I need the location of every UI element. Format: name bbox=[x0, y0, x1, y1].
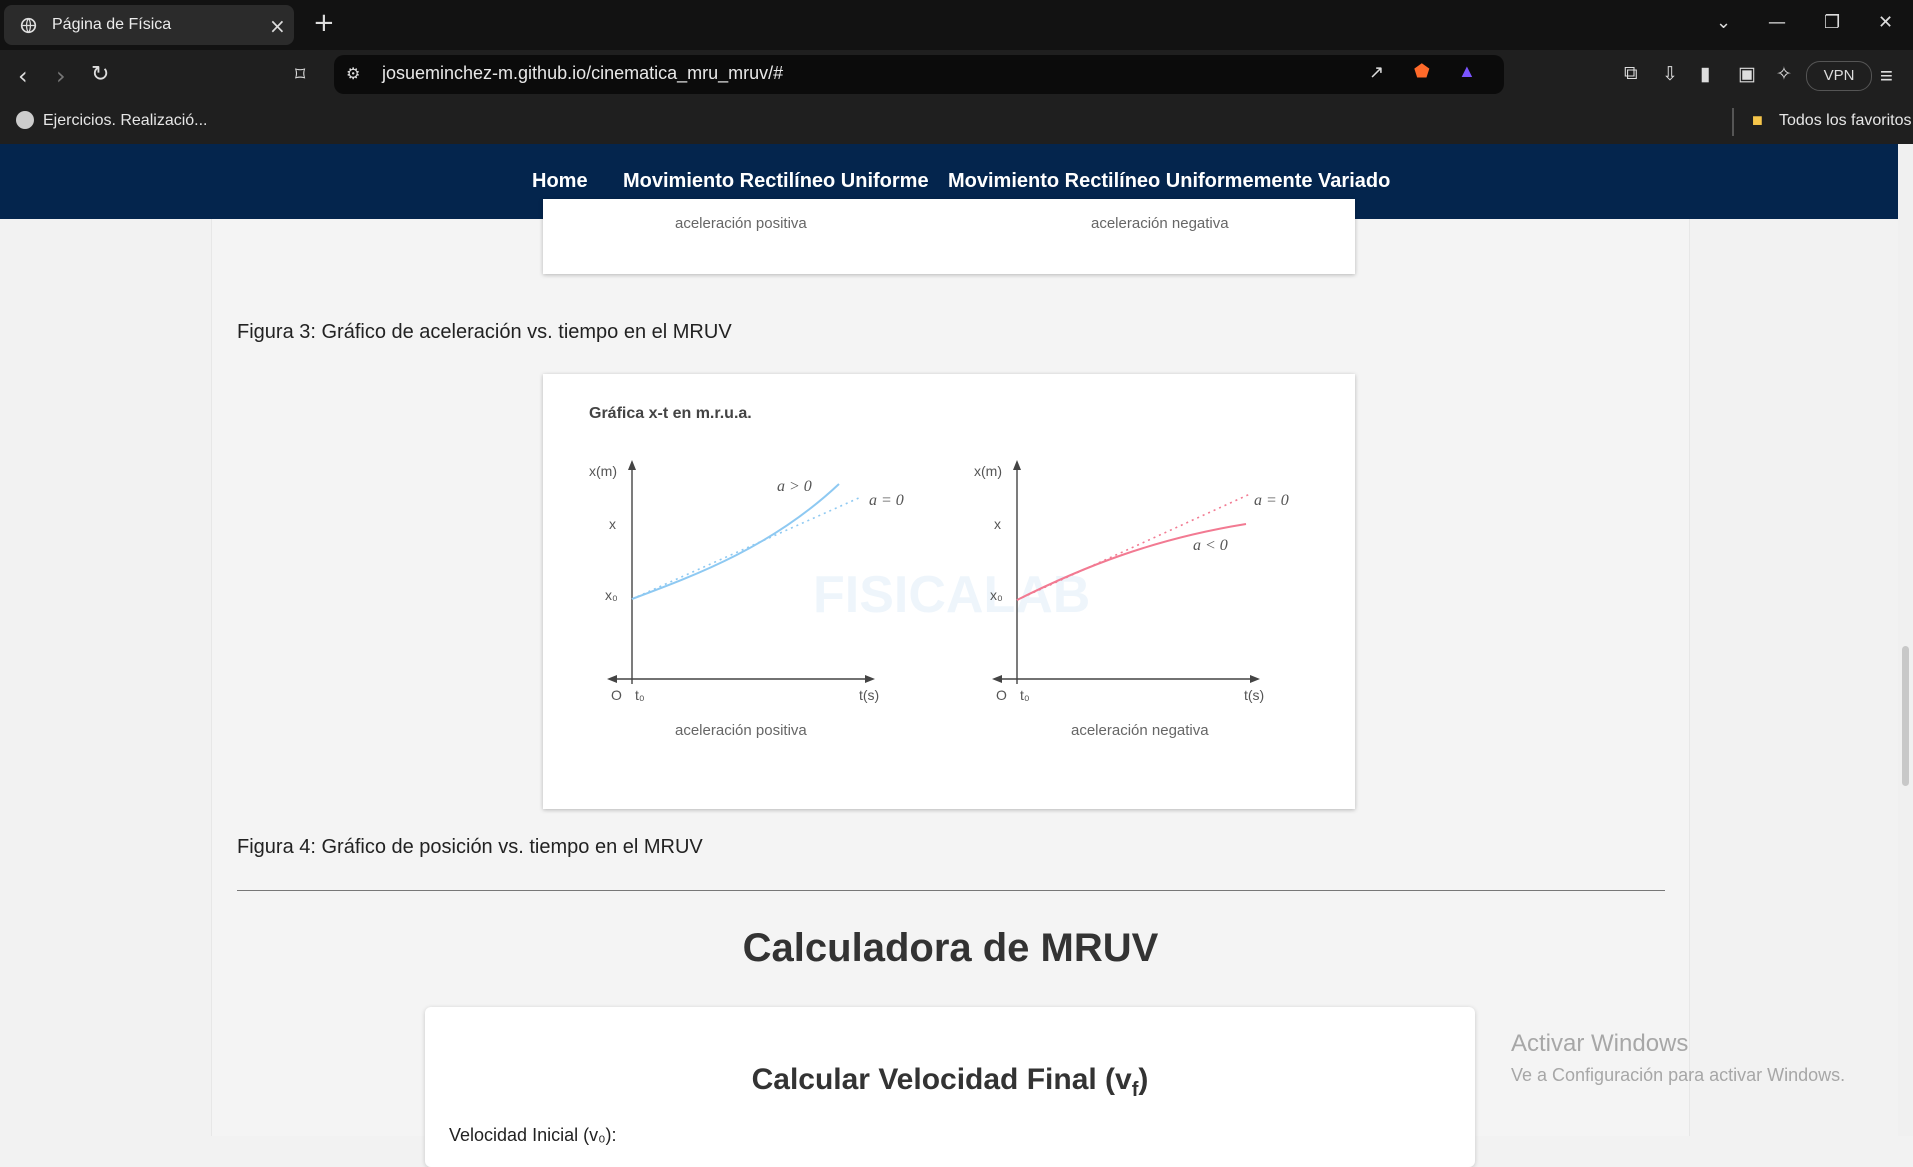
page-scrollbar[interactable] bbox=[1898, 144, 1913, 1136]
figure-4-card: Gráfica x-t en m.r.u.a. FISICALAB x(m) x… bbox=[543, 374, 1355, 809]
figure-3-negative-label: aceleración negativa bbox=[1091, 215, 1229, 232]
figure-3-positive-label: aceleración positiva bbox=[675, 215, 807, 232]
forward-icon[interactable]: › bbox=[56, 62, 66, 90]
figure-3-caption: Figura 3: Gráfico de aceleración vs. tie… bbox=[237, 321, 732, 343]
browser-tab[interactable]: Página de Física × bbox=[4, 5, 294, 45]
wallet-icon[interactable]: ▣ bbox=[1738, 63, 1756, 86]
left-x-axis-label: t(s) bbox=[859, 687, 879, 703]
right-x-axis-label: t(s) bbox=[1244, 687, 1264, 703]
left-accelerated-curve bbox=[631, 483, 840, 600]
nav-home[interactable]: Home bbox=[532, 170, 588, 193]
globe-icon bbox=[20, 17, 37, 34]
scrollbar-thumb[interactable] bbox=[1902, 646, 1909, 786]
final-velocity-calculator-card: Calcular Velocidad Final (vf) Velocidad … bbox=[425, 1007, 1475, 1167]
share-icon[interactable]: ↗ bbox=[1369, 62, 1384, 83]
download-icon[interactable]: ⇩ bbox=[1662, 63, 1678, 86]
left-x0-label: x₀ bbox=[605, 587, 618, 603]
url-text: josueminchez-m.github.io/cinematica_mru_… bbox=[382, 63, 784, 83]
right-t0-label: t₀ bbox=[1020, 687, 1030, 703]
right-diagram-caption: aceleración negativa bbox=[1071, 722, 1209, 739]
tab-title: Página de Física bbox=[52, 16, 172, 33]
left-y-axis-label: x(m) bbox=[589, 463, 617, 479]
windows-watermark-title: Activar Windows bbox=[1511, 1030, 1689, 1057]
reload-icon[interactable]: ↻ bbox=[91, 62, 109, 87]
leo-icon[interactable]: ✧ bbox=[1776, 63, 1792, 86]
site-settings-icon[interactable]: ⚙ bbox=[346, 64, 360, 84]
calculator-card-title: Calcular Velocidad Final (vf) bbox=[425, 1063, 1475, 1102]
position-time-diagram: Gráfica x-t en m.r.u.a. FISICALAB x(m) x… bbox=[589, 405, 1289, 739]
right-y-axis-label: x(m) bbox=[974, 463, 1002, 479]
menu-icon[interactable]: ≡ bbox=[1880, 63, 1893, 89]
bookmark-icon[interactable]: ⌑ bbox=[295, 62, 305, 86]
globe-icon bbox=[16, 111, 34, 129]
card-title-main: Calcular Velocidad Final (v bbox=[751, 1063, 1132, 1096]
back-icon[interactable]: ‹ bbox=[18, 62, 28, 90]
right-x-label: x bbox=[994, 516, 1001, 532]
left-x-label: x bbox=[609, 516, 616, 532]
card-title-end: ) bbox=[1138, 1063, 1149, 1096]
right-x0-label: x₀ bbox=[990, 587, 1003, 603]
sidebar-icon[interactable]: ▮ bbox=[1700, 63, 1710, 86]
nav-mruv[interactable]: Movimiento Rectilíneo Uniformemente Vari… bbox=[948, 170, 1390, 193]
folder-icon: ■ bbox=[1752, 110, 1763, 130]
left-origin-label: O bbox=[611, 687, 622, 703]
fisicalab-watermark: FISICALAB bbox=[813, 566, 1090, 624]
calculator-title: Calculadora de MRUV bbox=[742, 926, 1159, 970]
close-icon[interactable]: × bbox=[269, 14, 286, 38]
right-curve-label: a < 0 bbox=[1193, 537, 1228, 554]
right-x-arrow bbox=[1250, 675, 1260, 683]
left-dotted-label: a = 0 bbox=[869, 492, 904, 509]
windows-watermark-subtitle: Ve a Configuración para activar Windows. bbox=[1511, 1065, 1846, 1085]
nav-mru[interactable]: Movimiento Rectilíneo Uniforme bbox=[623, 170, 929, 193]
restore-icon[interactable]: ❐ bbox=[1824, 12, 1840, 33]
extensions-icon[interactable]: ⧉ bbox=[1624, 63, 1638, 85]
brave-rewards-icon[interactable]: ▲ bbox=[1458, 61, 1476, 82]
brave-shield-icon[interactable]: ⬟ bbox=[1414, 61, 1430, 82]
bookmark-item[interactable]: Ejercicios. Realizació... bbox=[43, 112, 208, 130]
left-t0-label: t₀ bbox=[635, 687, 645, 703]
browser-tab-strip: Página de Física × + ⌄ — ❐ ✕ bbox=[0, 0, 1913, 50]
bookmarks-bar: Ejercicios. Realizació... ■ Todos los fa… bbox=[0, 100, 1913, 144]
plus-icon[interactable]: + bbox=[313, 8, 335, 38]
figure-4-caption: Figura 4: Gráfico de posición vs. tiempo… bbox=[237, 836, 703, 858]
close-icon[interactable]: ✕ bbox=[1878, 12, 1893, 33]
vpn-label: VPN bbox=[1823, 67, 1855, 84]
left-y-arrow bbox=[628, 460, 636, 470]
right-origin-label: O bbox=[996, 687, 1007, 703]
vpn-button[interactable]: VPN bbox=[1806, 61, 1872, 91]
all-favorites[interactable]: Todos los favoritos bbox=[1779, 112, 1912, 130]
chevron-down-icon[interactable]: ⌄ bbox=[1716, 12, 1731, 33]
figure-3-card: aceleración positiva aceleración negativ… bbox=[543, 199, 1355, 274]
bookmark-divider bbox=[1732, 108, 1734, 136]
left-x-back-arrow bbox=[607, 675, 617, 683]
minimize-icon[interactable]: — bbox=[1768, 12, 1786, 33]
diagram-heading: Gráfica x-t en m.r.u.a. bbox=[589, 405, 752, 422]
left-curve-label: a > 0 bbox=[777, 478, 812, 495]
left-diagram-caption: aceleración positiva bbox=[675, 722, 807, 739]
right-y-arrow bbox=[1013, 460, 1021, 470]
section-divider bbox=[237, 890, 1665, 891]
right-dotted-label: a = 0 bbox=[1254, 492, 1289, 509]
page-content: aceleración positiva aceleración negativ… bbox=[211, 199, 1690, 1167]
right-x-back-arrow bbox=[992, 675, 1002, 683]
left-x-arrow bbox=[865, 675, 875, 683]
